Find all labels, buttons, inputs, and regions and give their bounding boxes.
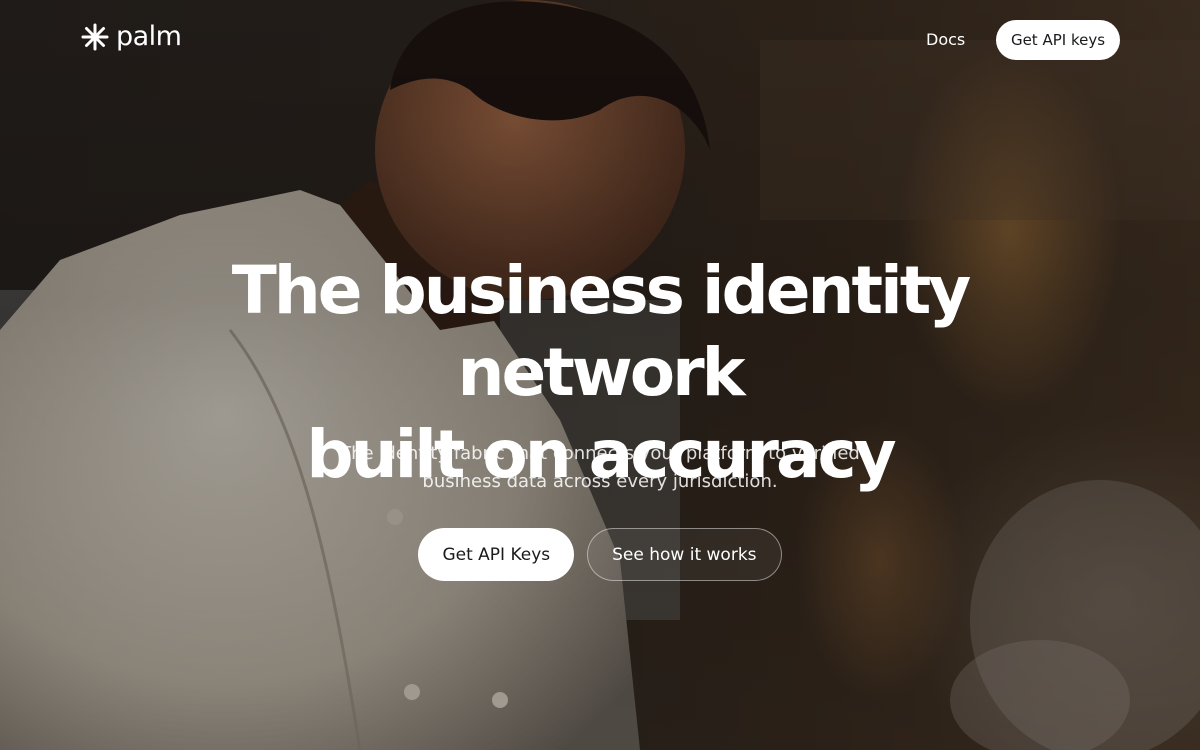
top-nav: palm Docs Get API keys (0, 0, 1200, 80)
nav-get-api-keys-button[interactable]: Get API keys (996, 20, 1120, 60)
get-api-keys-button[interactable]: Get API Keys (418, 528, 575, 581)
brand-name: palm (116, 21, 182, 52)
nav-docs-link[interactable]: Docs (926, 29, 965, 51)
headline-line-1: The business identity network (231, 252, 972, 411)
see-how-it-works-button[interactable]: See how it works (587, 528, 782, 581)
subhead-line-2: business data across every jurisdiction. (422, 471, 778, 492)
hero-subhead: The identity fabric that connects your p… (300, 440, 900, 496)
hero-actions: Get API Keys See how it works (0, 528, 1200, 581)
subhead-line-1: The identity fabric that connects your p… (340, 443, 860, 464)
asterisk-logo-icon (81, 23, 109, 51)
brand-logo[interactable]: palm (80, 22, 182, 52)
